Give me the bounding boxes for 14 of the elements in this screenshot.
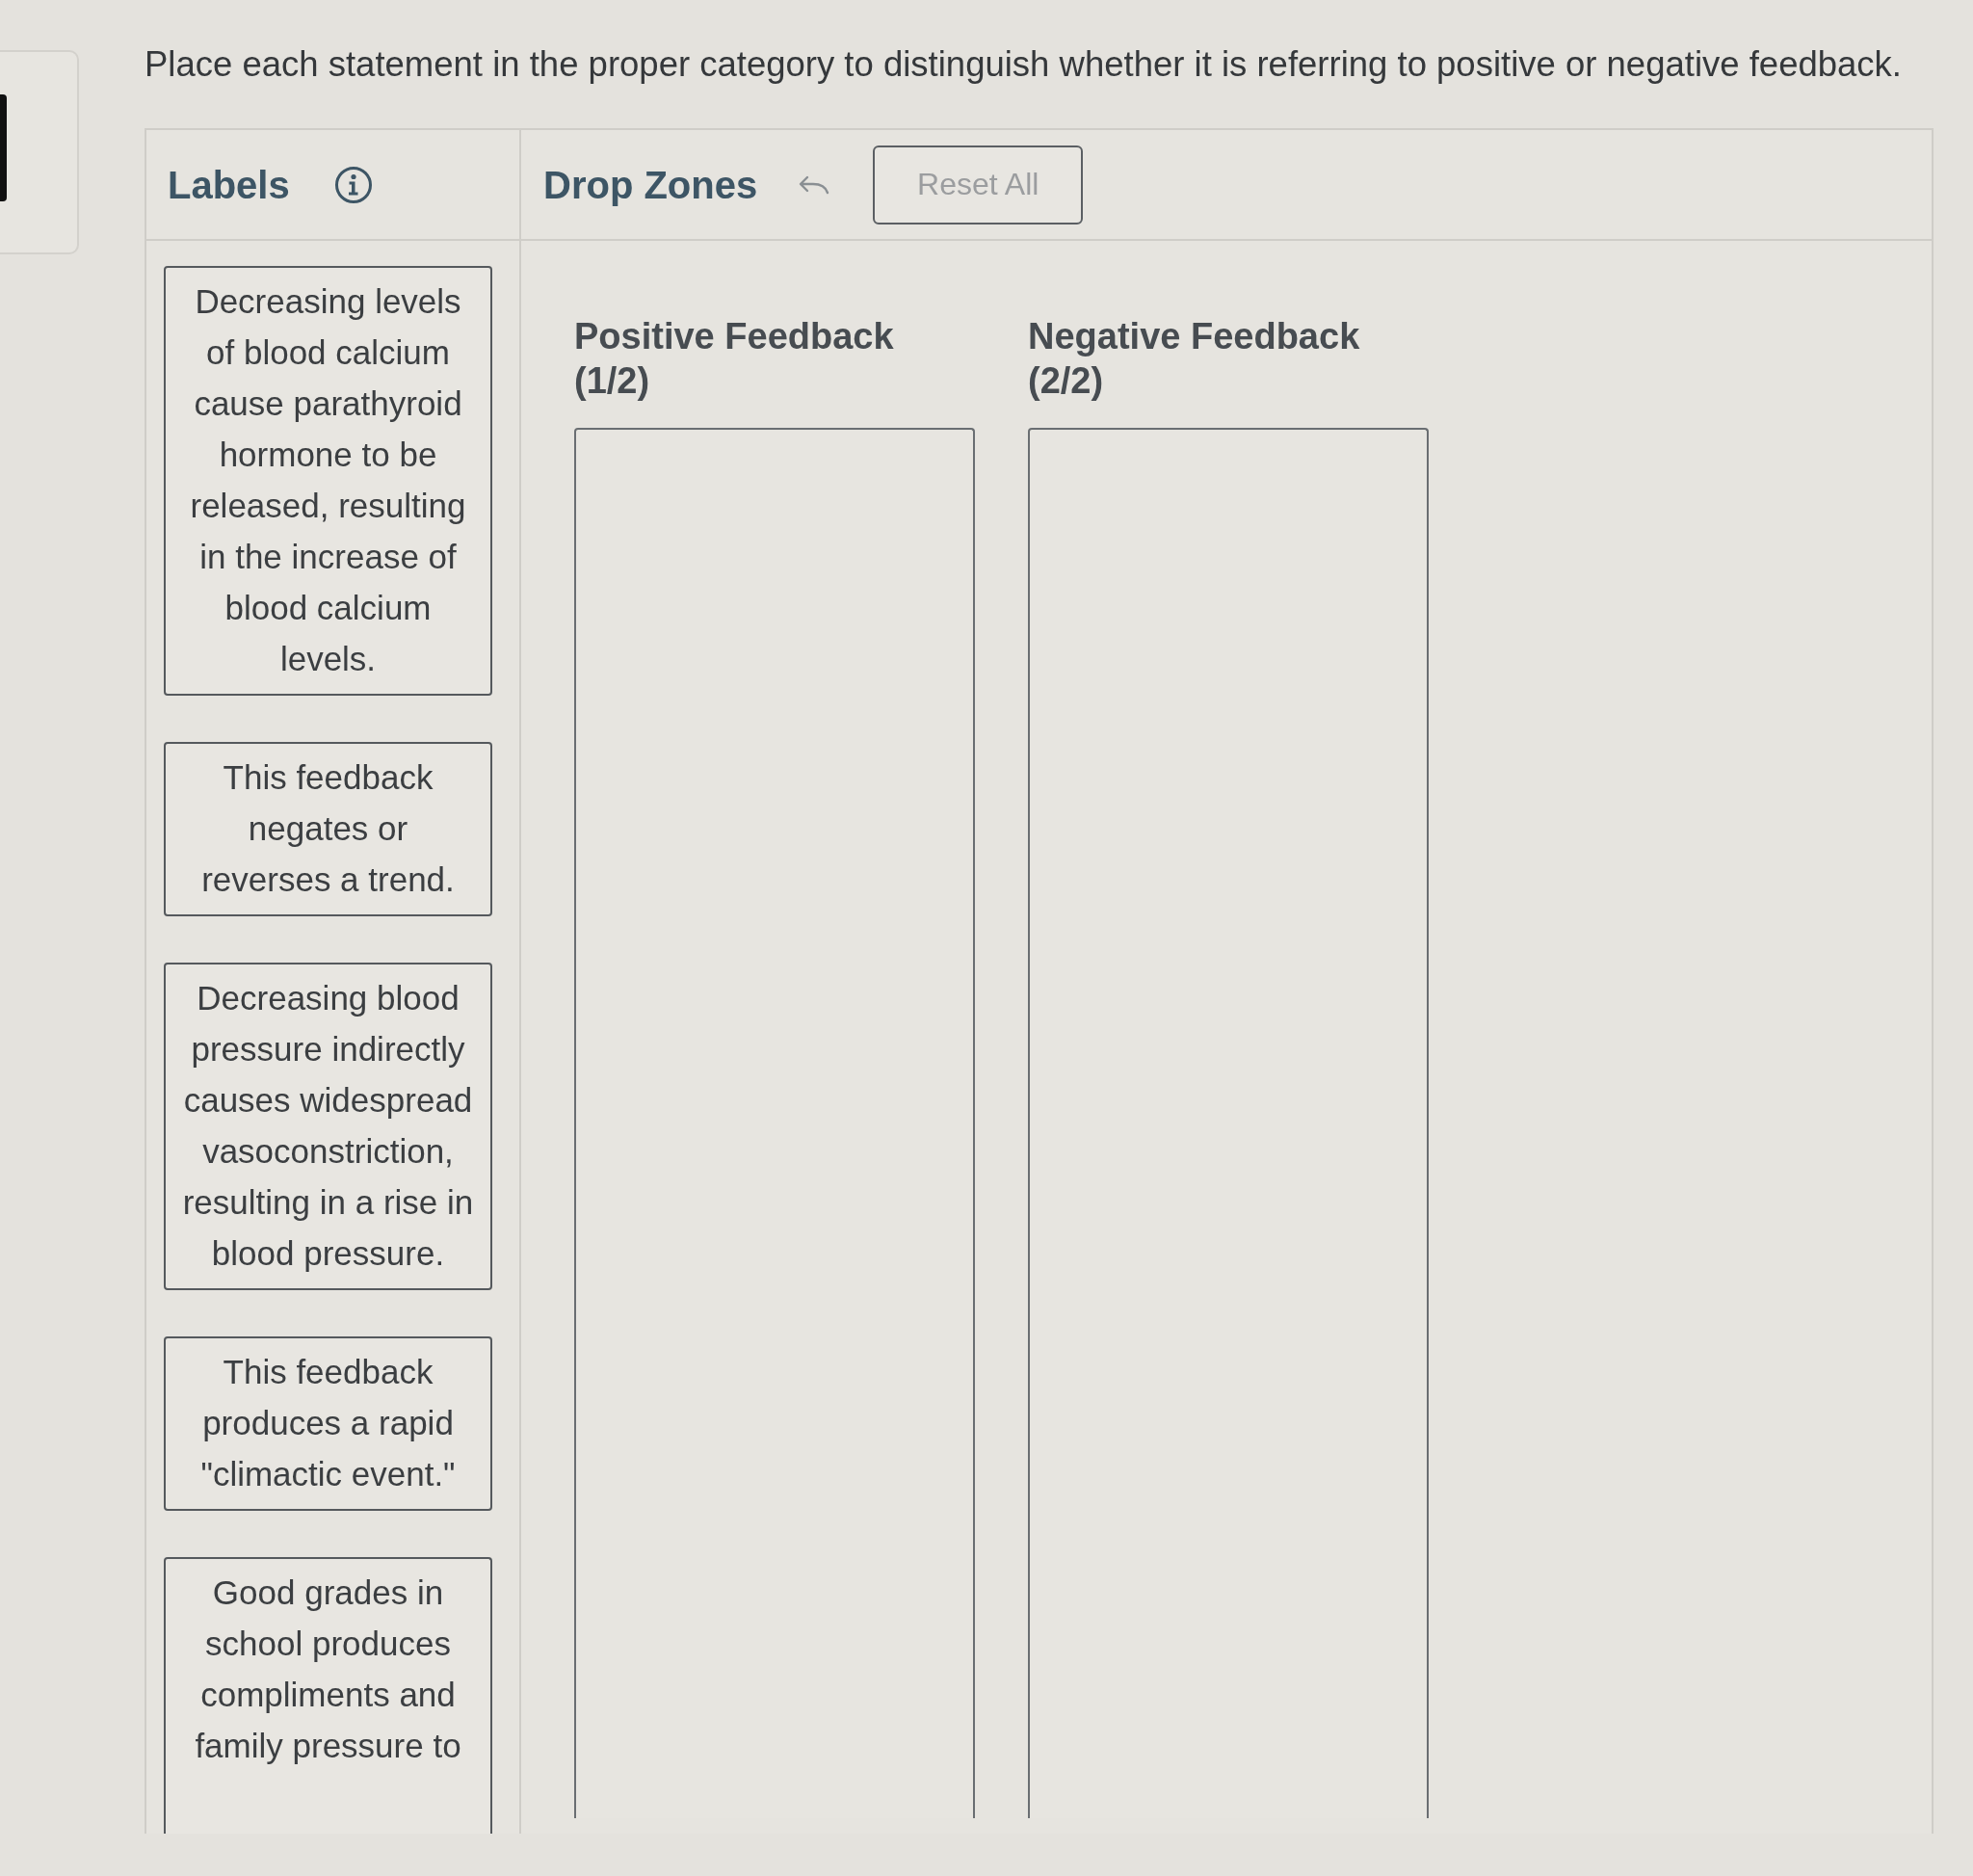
zone-count: (1/2): [574, 359, 650, 403]
labels-heading: Labels: [168, 162, 290, 208]
zone-count: (2/2): [1028, 359, 1104, 403]
label-card[interactable]: Good grades in school produces compliments and family pressure to: [164, 1557, 492, 1834]
label-card[interactable]: This feedback negates or reverses a trend.: [164, 742, 492, 916]
zone-title: Positive Feedback: [574, 315, 894, 358]
label-card[interactable]: This feedback produces a rapid "climactic event.": [164, 1336, 492, 1511]
zone-title: Negative Feedback: [1028, 315, 1360, 358]
label-card[interactable]: Decreasing blood pressure indirectly causes widespread vasoconstriction, resulting in a rise in blood pressure.: [164, 963, 492, 1290]
info-icon[interactable]: [333, 165, 373, 204]
drop-zones-heading: Drop Zones: [543, 162, 758, 208]
instruction-text: Place each statement in the proper category to distinguish whether it is referring to positive or negative feedback.: [145, 44, 1902, 85]
undo-icon[interactable]: [798, 173, 831, 196]
label-card[interactable]: Decreasing levels of blood calcium cause parathyroid hormone to be released, resulting in the increase of blood calcium levels.: [164, 266, 492, 696]
